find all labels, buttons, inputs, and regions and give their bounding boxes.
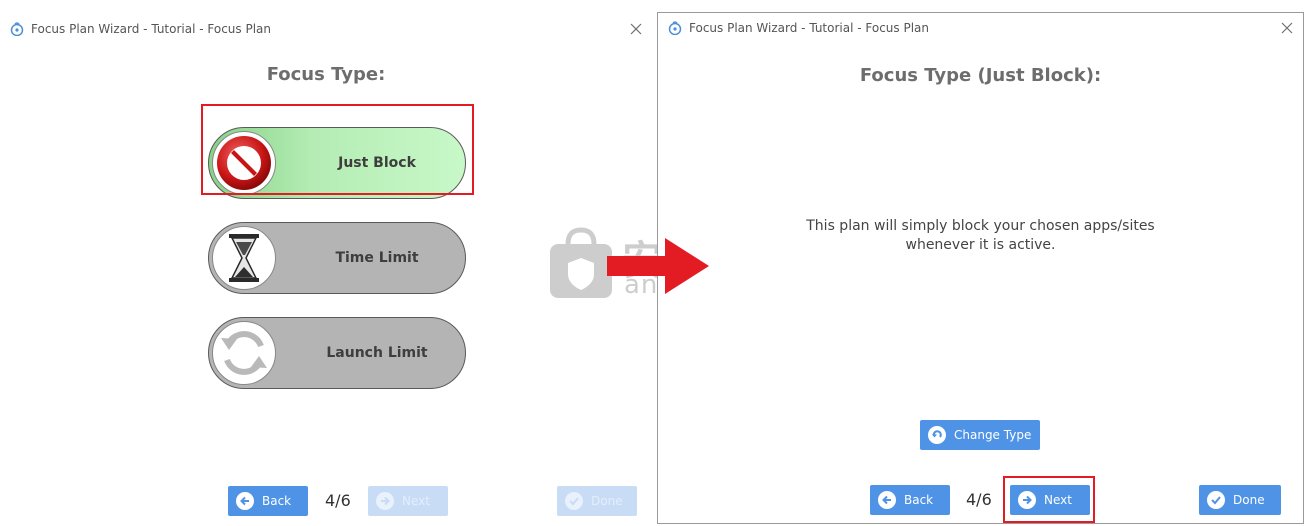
focus-plan-wizard-window-right: Focus Plan Wizard - Tutorial - Focus Pla… [657, 12, 1304, 524]
focus-plan-wizard-window-left: Focus Plan Wizard - Tutorial - Focus Pla… [0, 14, 652, 521]
change-type-button[interactable]: Change Type [920, 420, 1040, 450]
done-label: Done [1233, 493, 1265, 507]
app-logo-icon [10, 22, 24, 36]
change-type-label: Change Type [954, 428, 1032, 442]
page-indicator: 4/6 [325, 491, 351, 510]
page-title: Focus Type: [266, 64, 386, 85]
done-label: Done [591, 494, 623, 508]
next-label: Next [1044, 493, 1072, 507]
back-label: Back [904, 493, 934, 507]
next-button[interactable]: Next [1010, 485, 1090, 515]
undo-arrow-icon [928, 426, 946, 444]
arrow-left-icon [878, 491, 896, 509]
hourglass-icon [229, 234, 259, 282]
bottom-strip [0, 521, 657, 526]
option-just-block[interactable]: Just Block [208, 127, 466, 199]
back-button[interactable]: Back [228, 486, 308, 516]
screenshot-stage: Focus Plan Wizard - Tutorial - Focus Pla… [0, 0, 1309, 526]
next-button[interactable]: Next [368, 486, 448, 516]
app-logo-icon [668, 21, 682, 35]
option-label: Just Block [338, 155, 416, 171]
transition-arrow-icon [607, 238, 709, 294]
check-icon [565, 492, 583, 510]
done-button[interactable]: Done [557, 486, 637, 516]
option-launch-limit[interactable]: Launch Limit [208, 317, 466, 389]
page-title: Focus Type (Just Block): [859, 65, 1102, 86]
option-time-limit[interactable]: Time Limit [208, 222, 466, 294]
option-label: Time Limit [335, 250, 419, 266]
arrow-right-icon [1018, 491, 1036, 509]
close-icon[interactable] [628, 21, 644, 37]
done-button[interactable]: Done [1199, 485, 1281, 515]
next-label: Next [402, 494, 430, 508]
page-indicator: 4/6 [966, 490, 992, 509]
back-button[interactable]: Back [870, 485, 950, 515]
check-icon [1207, 491, 1225, 509]
refresh-icon [221, 331, 267, 375]
option-label: Launch Limit [326, 345, 428, 361]
window-title: Focus Plan Wizard - Tutorial - Focus Pla… [689, 21, 930, 35]
title-bar: Focus Plan Wizard - Tutorial - Focus Pla… [658, 13, 1303, 43]
arrow-right-icon [376, 492, 394, 510]
title-bar: Focus Plan Wizard - Tutorial - Focus Pla… [0, 14, 652, 44]
plan-description: This plan will simply block your chosen … [806, 218, 1155, 253]
close-icon[interactable] [1279, 20, 1295, 36]
window-title: Focus Plan Wizard - Tutorial - Focus Pla… [31, 22, 272, 36]
arrow-left-icon [236, 492, 254, 510]
no-entry-icon [217, 136, 271, 190]
back-label: Back [262, 494, 292, 508]
